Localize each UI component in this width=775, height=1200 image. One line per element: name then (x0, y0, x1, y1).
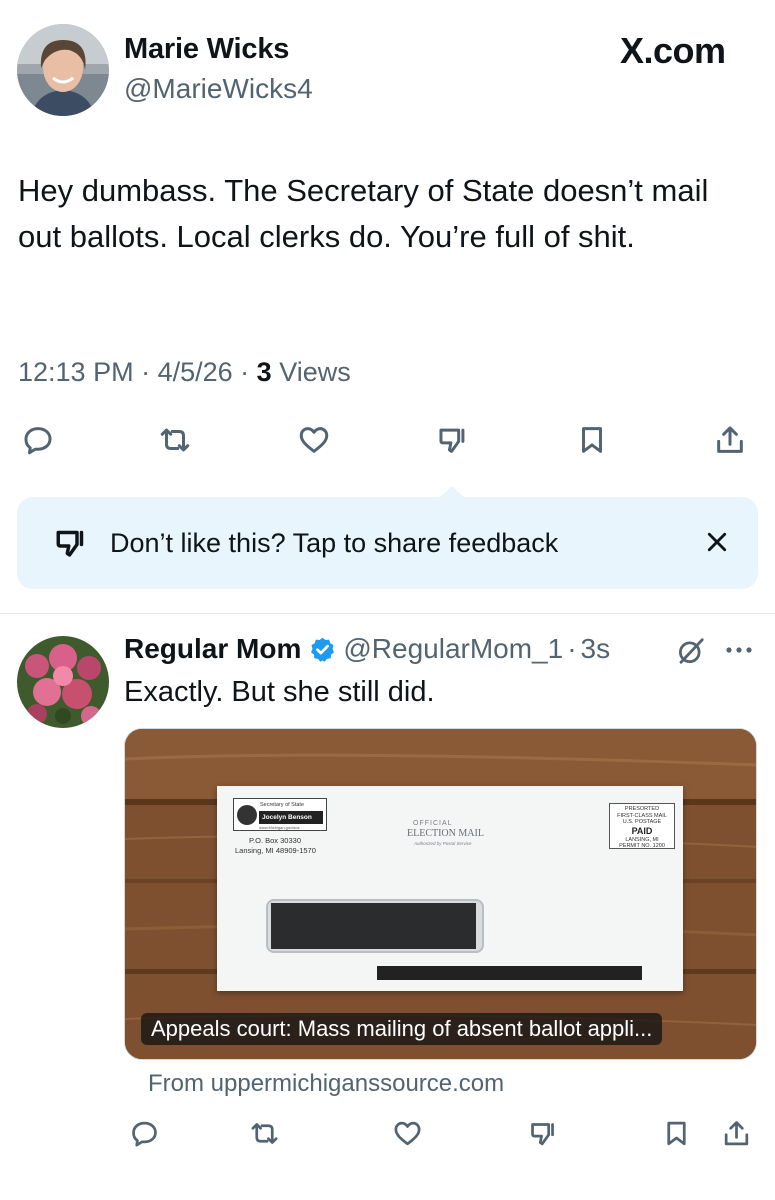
reply-icon (131, 1121, 157, 1146)
retweet-button[interactable] (244, 1113, 284, 1153)
official-label: OFFICIAL (413, 820, 453, 827)
retweet-icon (160, 428, 190, 452)
reply-time[interactable]: 3s (581, 633, 611, 665)
tweet-text: Hey dumbass. The Secretary of State does… (18, 173, 709, 254)
sender-title: Secretary of State (260, 802, 305, 808)
authorized-label: Authorized by Postal Service (414, 841, 472, 846)
link-card-image[interactable]: Secretary of State Jocelyn Benson www.Mi… (124, 728, 757, 1060)
retweet-icon (251, 1122, 277, 1144)
meta-separator: · (133, 357, 158, 387)
dislike-icon (530, 1122, 554, 1145)
redaction-bar (271, 903, 476, 949)
reply-icon (24, 427, 52, 455)
share-icon (717, 426, 743, 453)
reply-button[interactable] (124, 1113, 164, 1153)
reply-author-avatar[interactable] (17, 636, 109, 728)
state-seal-icon (237, 805, 257, 825)
election-mail-label: ELECTION MAIL (407, 828, 484, 839)
link-card-title[interactable]: Appeals court: Mass mailing of absent ba… (141, 1013, 663, 1045)
meta-separator: · (232, 357, 257, 387)
tweet-divider (0, 613, 775, 614)
like-icon (394, 1121, 420, 1145)
verified-badge-icon[interactable] (309, 636, 336, 663)
ballot-envelope: Secretary of State Jocelyn Benson www.Mi… (217, 786, 683, 991)
like-button[interactable] (294, 420, 334, 460)
header-separator: · (567, 633, 577, 664)
brand-watermark: X.com (620, 30, 726, 71)
more-icon (726, 647, 752, 653)
tweet-action-bar (0, 420, 775, 464)
share-button[interactable] (716, 1113, 756, 1153)
bookmark-button[interactable] (572, 420, 612, 460)
dislike-button[interactable] (433, 420, 473, 460)
dislike-icon (439, 428, 465, 453)
link-source[interactable]: From uppermichiganssource.com (148, 1070, 504, 1098)
tweet-time[interactable]: 12:13 PM (18, 357, 134, 387)
close-button[interactable] (699, 524, 735, 560)
close-icon (707, 532, 727, 552)
tweet-meta: 12:13 PM · 4/5/26 · 3 Views (18, 357, 351, 388)
reply-header: Regular Mom @RegularMom_1 · 3s (124, 633, 610, 665)
share-icon (724, 1120, 748, 1145)
author-handle[interactable]: @MarieWicks4 (124, 73, 313, 105)
bookmark-button[interactable] (656, 1113, 696, 1153)
postage-line: PERMIT NO. 1200 (619, 843, 665, 849)
retweet-button[interactable] (155, 420, 195, 460)
reply-action-bar (0, 1113, 775, 1157)
po-box: P.O. Box 30330 (249, 836, 301, 845)
redaction-bar (377, 966, 642, 980)
more-options-button[interactable] (722, 638, 756, 662)
like-icon (299, 427, 329, 453)
dislike-icon (53, 525, 89, 561)
views-label: Views (279, 357, 351, 387)
reply-text: Exactly. But she still did. (124, 676, 435, 708)
feedback-banner[interactable]: Don’t like this? Tap to share feedback (17, 497, 758, 589)
bookmark-icon (666, 1121, 686, 1145)
author-name[interactable]: Marie Wicks (124, 33, 289, 66)
grok-icon[interactable] (676, 636, 706, 666)
feedback-text[interactable]: Don’t like this? Tap to share feedback (110, 528, 558, 559)
share-button[interactable] (710, 420, 750, 460)
postage-indicia: PRESORTED FIRST-CLASS MAIL U.S. POSTAGE … (609, 803, 675, 849)
dislike-button[interactable] (523, 1113, 563, 1153)
reply-button[interactable] (18, 420, 58, 460)
bookmark-icon (582, 427, 602, 453)
views-count: 3 (256, 357, 272, 387)
sender-name: Jocelyn Benson (259, 811, 323, 824)
author-avatar[interactable] (17, 24, 109, 116)
sender-url: www.Michigan.gov/sos (259, 825, 300, 830)
postage-paid: PAID (631, 825, 653, 836)
return-address-label: Secretary of State Jocelyn Benson www.Mi… (233, 798, 327, 831)
reply-author-name[interactable]: Regular Mom (124, 633, 301, 665)
tweet-date[interactable]: 4/5/26 (158, 357, 233, 387)
sender-city: Lansing, MI 48909-1570 (235, 846, 316, 855)
reply-author-handle[interactable]: @RegularMom_1 (343, 633, 563, 665)
like-button[interactable] (387, 1113, 427, 1153)
